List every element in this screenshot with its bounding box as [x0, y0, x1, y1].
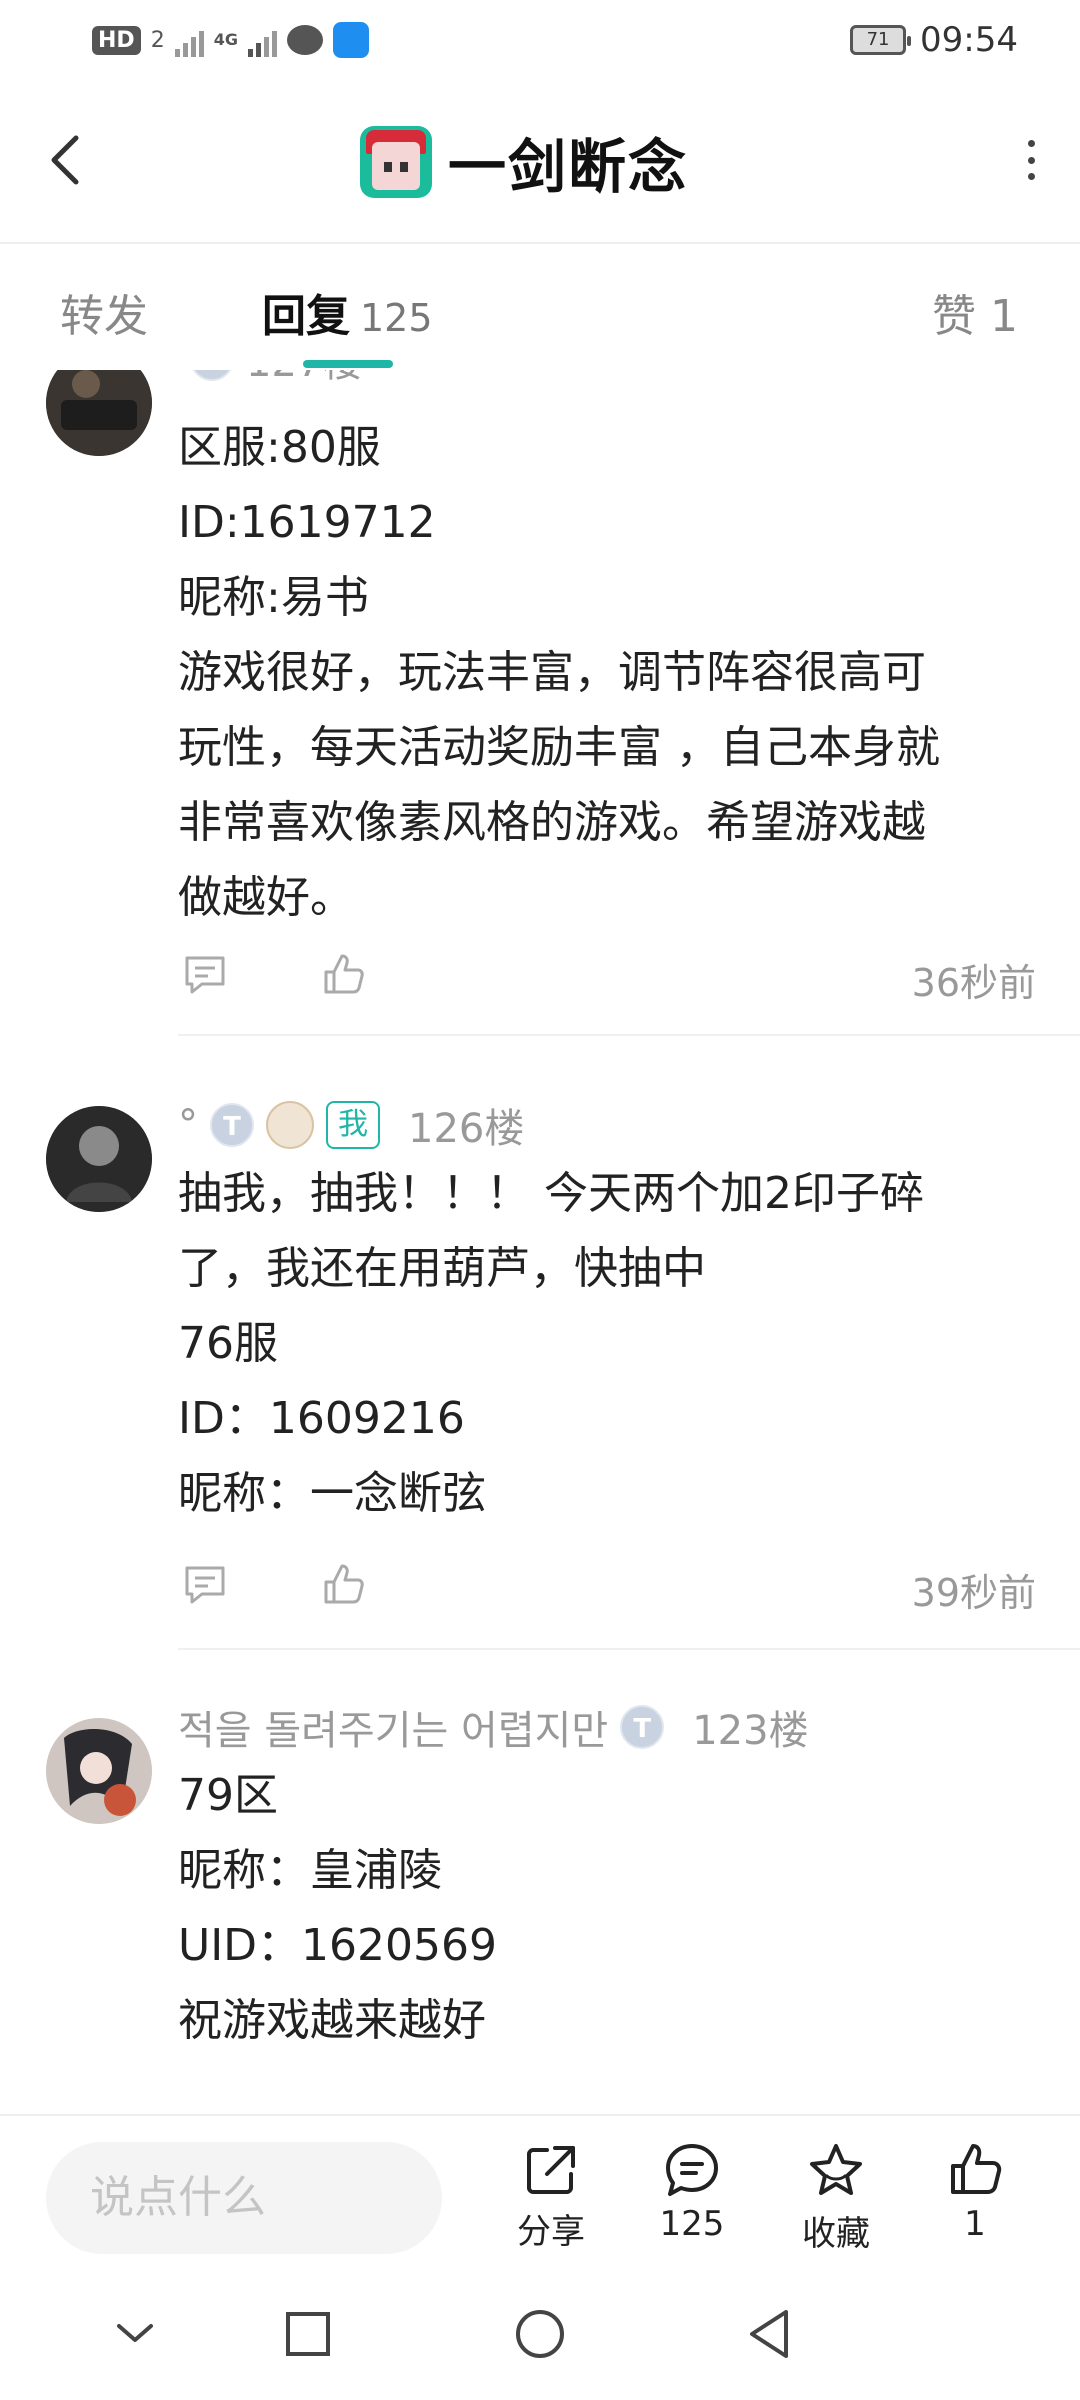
- favorite-label: 收藏: [802, 2214, 870, 2254]
- back-arrow-icon: [51, 135, 79, 185]
- network-label: 4G: [213, 30, 238, 49]
- chevron-down-icon: [117, 2324, 153, 2342]
- avatar[interactable]: [46, 1106, 152, 1212]
- more-button[interactable]: [1016, 140, 1046, 180]
- signal-icon-2: [247, 23, 277, 57]
- comment-time: 39秒前: [911, 1571, 1036, 1615]
- status-left: HD 2 4G: [92, 18, 369, 62]
- me-badge: 我: [326, 1101, 380, 1149]
- more-icon-dot: [1027, 173, 1035, 180]
- reply-icon: [185, 1566, 225, 1604]
- like-button[interactable]: [320, 950, 368, 998]
- avatar[interactable]: [46, 1718, 152, 1824]
- share-label: 分享: [517, 2212, 585, 2252]
- nav-collapse-button[interactable]: [105, 2304, 165, 2364]
- hd-badge: HD: [92, 25, 141, 55]
- mascot-badge-icon: [266, 1101, 314, 1149]
- clock: 09:54: [920, 20, 1018, 60]
- back-button[interactable]: [40, 128, 90, 192]
- tab-reply[interactable]: 回复 125: [262, 280, 433, 344]
- favorite-button[interactable]: 收藏: [781, 2140, 891, 2260]
- tab-active-indicator: [303, 360, 393, 368]
- avatar[interactable]: [46, 370, 152, 456]
- floor-number: 127楼: [246, 370, 362, 388]
- system-nav-bar: [0, 2274, 1080, 2400]
- reply-icon: [185, 956, 225, 994]
- comment-body: 抽我，抽我！！！ 今天两个加2印子碎 了，我还在用葫芦，快抽中 76服 ID：1…: [178, 1168, 924, 1519]
- like-button[interactable]: [320, 1560, 368, 1608]
- comment-body: 79区 昵称：皇浦陵 UID：1620569 祝游戏越来越好: [178, 1770, 498, 2046]
- app-icon: [360, 126, 432, 198]
- share-icon: [527, 2146, 575, 2194]
- reply-button[interactable]: [182, 952, 228, 998]
- comment-icon: [666, 2144, 718, 2196]
- page-title: 一剑断念: [448, 133, 689, 201]
- username[interactable]: °: [178, 1102, 198, 1148]
- square-icon: [286, 2312, 330, 2356]
- tab-likes[interactable]: 赞 1: [932, 280, 1018, 344]
- battery-icon: 71: [850, 25, 912, 55]
- triangle-back-icon: [750, 2310, 788, 2358]
- tab-reply-label: 回复: [262, 291, 350, 342]
- level-badge-icon: T: [210, 1103, 254, 1147]
- like-post-button[interactable]: 1: [920, 2140, 1030, 2260]
- circle-icon: [516, 2310, 564, 2358]
- star-icon: [810, 2144, 862, 2195]
- comment-header: ° T 我 126楼: [178, 1096, 524, 1154]
- level-badge-icon: T: [190, 370, 234, 381]
- chat-notification-icon: [286, 25, 323, 55]
- more-icon-dot: [1027, 140, 1035, 147]
- thumb-up-icon: [951, 2144, 1002, 2194]
- like-icon: [324, 954, 364, 994]
- comments-button[interactable]: 125: [637, 2140, 747, 2260]
- weather-icon: [332, 22, 369, 58]
- comment-divider: [178, 1648, 1080, 1650]
- status-bar: HD 2 4G 71 09:54: [0, 0, 1080, 80]
- floor-number: 126楼: [408, 1106, 525, 1152]
- share-button[interactable]: 分享: [496, 2140, 606, 2260]
- nav-home-button[interactable]: [510, 2304, 570, 2364]
- tab-bar: 转发 回复 125 赞 1: [0, 244, 1080, 370]
- comment-body: 区服:80服 ID:1619712 昵称:易书 游戏很好，玩法丰富，调节阵容很高…: [178, 422, 940, 923]
- title-group: 一剑断念: [360, 120, 688, 204]
- more-icon-dot: [1027, 156, 1035, 164]
- comment-feed[interactable]: T 127楼 区服:80服 ID:1619712 昵称:易书 游戏很好，玩法丰富…: [0, 370, 1080, 2114]
- comment-header: T 127楼: [178, 370, 362, 388]
- comments-count: 125: [659, 2204, 725, 2244]
- reply-button[interactable]: [182, 1562, 228, 1608]
- signal-icon: [174, 23, 204, 57]
- level-badge-icon: T: [620, 1705, 665, 1749]
- bottom-action-bar: 说点什么 分享 125 收藏 1: [0, 2114, 1080, 2274]
- floor-number: 123楼: [692, 1708, 809, 1754]
- comment-input[interactable]: 说点什么: [46, 2142, 442, 2254]
- status-right: 71 09:54: [850, 18, 1018, 62]
- nav-recents-button[interactable]: [278, 2304, 338, 2364]
- like-icon: [324, 1564, 364, 1604]
- likes-count: 1: [964, 2204, 986, 2244]
- tab-forward[interactable]: 转发: [60, 280, 148, 344]
- tab-reply-count: 125: [360, 296, 433, 340]
- comment-divider: [178, 1034, 1080, 1036]
- comment-actions: 39秒前: [178, 1556, 1036, 1616]
- header: 一剑断念: [0, 90, 1080, 230]
- comment-time: 36秒前: [911, 961, 1036, 1005]
- username[interactable]: 적을 돌려주기는 어렵지만: [178, 1698, 608, 1756]
- nav-back-button[interactable]: [740, 2304, 800, 2364]
- sim-label: 2: [150, 27, 165, 53]
- comment-header: 적을 돌려주기는 어렵지만 T 123楼: [178, 1698, 809, 1756]
- comment-actions: 36秒前: [178, 946, 1036, 1006]
